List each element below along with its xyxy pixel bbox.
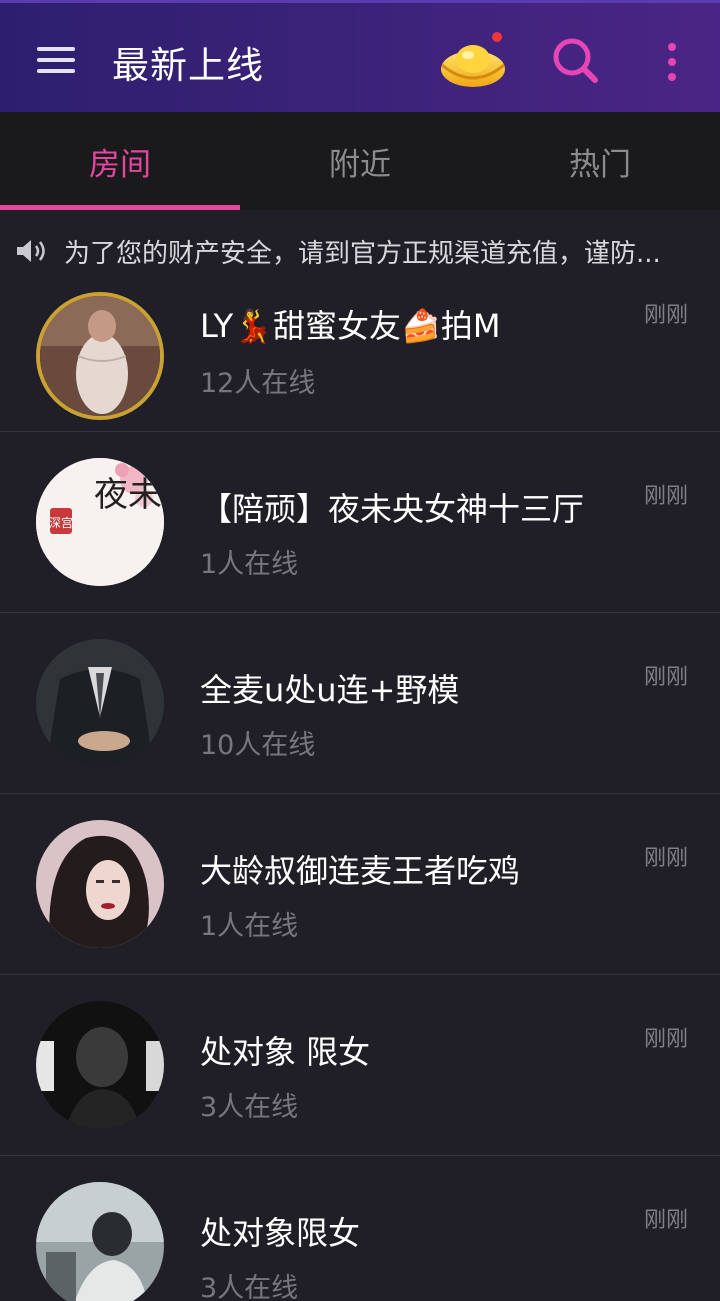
page-title: 最新上线 [112,44,264,87]
room-name: LY💃甜蜜女友🍰拍M [200,307,501,345]
room-time: 刚刚 [643,846,688,871]
app-bar: 最新上线 [0,0,720,112]
more-vertical-icon[interactable] [652,39,692,87]
online-count: 12人在线 [200,368,316,399]
avatar [36,1001,164,1129]
avatar: 夜未央 深宫 [36,458,164,586]
online-count: 3人在线 [200,1092,299,1123]
room-name: 处对象限女 [200,1214,361,1252]
avatar [36,1182,164,1301]
list-item[interactable]: 大龄叔御连麦王者吃鸡 1人在线 刚刚 [0,794,720,975]
room-time: 刚刚 [643,303,688,328]
room-time: 刚刚 [643,484,688,509]
tab-bar: 房间 附近 热门 [0,112,720,210]
room-name: 【陪顽】夜未央女神十三厅 [200,490,585,528]
avatar [36,820,164,948]
speaker-icon [14,236,50,266]
list-item[interactable]: 全麦u处u连+野模 10人在线 刚刚 [0,613,720,794]
room-time: 刚刚 [643,1027,688,1052]
online-count: 3人在线 [200,1273,299,1301]
list-item[interactable]: 夜未央 深宫 【陪顽】夜未央女神十三厅 1人在线 刚刚 [0,432,720,613]
room-name: 大龄叔御连麦王者吃鸡 [200,852,521,890]
notice-bar[interactable]: 为了您的财产安全，请到官方正规渠道充值，谨防... [0,210,720,292]
room-name: 全麦u处u连+野模 [200,671,460,709]
online-count: 1人在线 [200,549,299,580]
tab-nearby[interactable]: 附近 [240,112,480,210]
search-icon[interactable] [548,33,604,89]
room-time: 刚刚 [643,1208,688,1233]
room-name: 处对象 限女 [200,1033,371,1071]
list-item[interactable]: 处对象限女 3人在线 刚刚 [0,1156,720,1301]
seal-stamp-text: 深宫 [49,515,73,530]
seal-main-text: 夜未央 [94,475,164,515]
tab-popular[interactable]: 热门 [480,112,720,210]
list-item[interactable]: LY💃甜蜜女友🍰拍M 12人在线 刚刚 [0,292,720,432]
tab-rooms[interactable]: 房间 [0,112,240,210]
room-list: LY💃甜蜜女友🍰拍M 12人在线 刚刚 夜未央 深宫 【陪顽】夜未央女神十三厅 … [0,292,720,1301]
hamburger-menu-icon[interactable] [30,39,82,83]
gold-ingot-icon[interactable] [436,29,510,93]
room-time: 刚刚 [643,665,688,690]
avatar [36,292,164,420]
list-item[interactable]: 处对象 限女 3人在线 刚刚 [0,975,720,1156]
notice-text: 为了您的财产安全，请到官方正规渠道充值，谨防... [64,238,661,269]
avatar [36,639,164,767]
online-count: 1人在线 [200,911,299,942]
online-count: 10人在线 [200,730,316,761]
